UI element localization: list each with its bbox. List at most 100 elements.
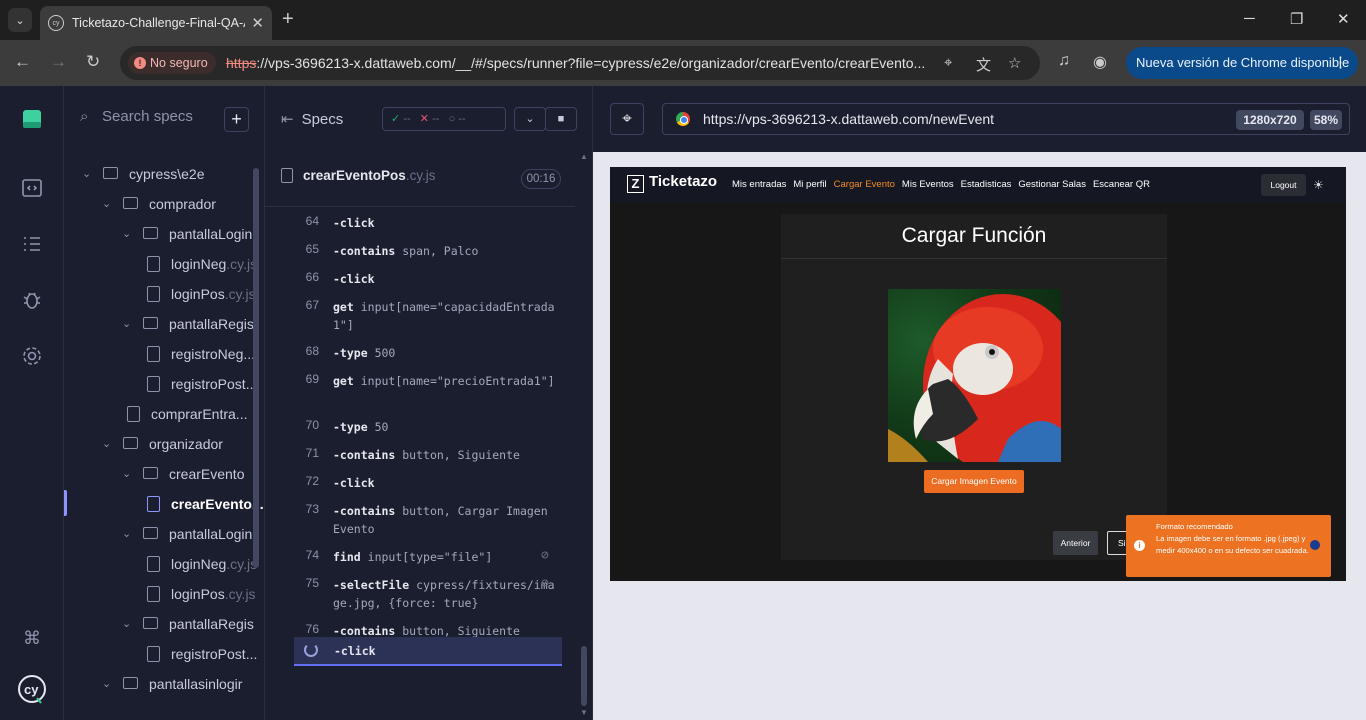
- spec-file-row[interactable]: comprarEntra...: [64, 399, 252, 429]
- form-card: Cargar Función Cargar Imagen Evento Ante…: [781, 214, 1167, 560]
- reporter-scrollbar-thumb[interactable]: [581, 646, 587, 706]
- app-nav-link[interactable]: Cargar Evento: [834, 179, 895, 190]
- app-nav-link[interactable]: Mis Eventos: [902, 179, 954, 190]
- chevron-down-icon[interactable]: ⌄: [122, 609, 131, 639]
- spec-tree-label: pantallaLogin: [169, 226, 253, 242]
- scroll-up-icon[interactable]: ▲: [580, 152, 588, 161]
- spec-file-row[interactable]: loginNeg.cy.js: [64, 249, 257, 279]
- running-command[interactable]: -click: [294, 637, 562, 666]
- theme-toggle-icon[interactable]: ☀: [1313, 178, 1324, 192]
- location-icon[interactable]: ⌖: [944, 54, 952, 71]
- folder-icon: [143, 467, 158, 479]
- bookmark-star-icon[interactable]: ☆: [1008, 54, 1021, 72]
- options-dropdown-button[interactable]: ⌄: [514, 107, 546, 131]
- command-name: get: [333, 374, 354, 388]
- settings-gear-icon[interactable]: [20, 344, 44, 368]
- chevron-down-icon[interactable]: ⌄: [122, 519, 131, 549]
- keyboard-shortcuts-icon[interactable]: ⌘: [20, 628, 44, 652]
- close-window-icon[interactable]: ✕: [1337, 10, 1350, 28]
- close-tab-icon[interactable]: ✕: [251, 14, 264, 32]
- spec-ext: .cy.js: [405, 168, 436, 183]
- debug-nav-icon[interactable]: [20, 288, 44, 312]
- format-toast[interactable]: i Formato recomendado La imagen debe ser…: [1126, 515, 1331, 577]
- specs-scrollbar[interactable]: [252, 156, 260, 716]
- tab-search-button[interactable]: ⌄: [8, 8, 32, 32]
- app-nav-link[interactable]: Gestionar Salas: [1018, 179, 1086, 190]
- logout-button[interactable]: Logout: [1261, 174, 1306, 196]
- previous-button[interactable]: Anterior: [1053, 531, 1098, 555]
- aut-url-bar[interactable]: https://vps-3696213-x.dattaweb.com/newEv…: [662, 103, 1350, 135]
- reporter-scrollbar[interactable]: ▲ ▼: [579, 152, 589, 718]
- upload-image-button[interactable]: Cargar Imagen Evento: [924, 470, 1024, 493]
- translate-icon[interactable]: 文: [976, 54, 991, 75]
- file-icon: [281, 168, 293, 183]
- app-nav-link[interactable]: Mi perfil: [793, 179, 826, 190]
- url-text[interactable]: https://vps-3696213-x.dattaweb.com/__/#/…: [226, 55, 925, 71]
- spec-file-row[interactable]: loginPos.cy.js: [64, 279, 256, 309]
- spec-file-row[interactable]: registroPost...: [64, 369, 257, 399]
- spec-folder-row[interactable]: ⌄ crearEvento: [64, 459, 252, 489]
- spec-tree-ext: .cy.js: [224, 286, 256, 302]
- chevron-down-icon[interactable]: ⌄: [102, 189, 111, 219]
- spec-folder-row[interactable]: ⌄ organizador: [64, 429, 252, 459]
- spec-folder-row[interactable]: ⌄ pantallaLogin: [64, 219, 252, 249]
- chevron-down-icon[interactable]: ⌄: [122, 219, 131, 249]
- specs-nav-icon[interactable]: [20, 176, 44, 200]
- spec-file-row[interactable]: loginNeg.cy.js: [64, 549, 257, 579]
- collapse-arrow-icon[interactable]: ⇤: [281, 111, 294, 128]
- minimize-icon[interactable]: ─: [1244, 10, 1255, 27]
- forward-icon[interactable]: →: [50, 52, 67, 72]
- spec-folder-row[interactable]: ⌄ comprador: [64, 189, 252, 219]
- maximize-icon[interactable]: ❐: [1290, 10, 1303, 28]
- app-nav-link[interactable]: Mis entradas: [732, 179, 786, 190]
- search-specs-input[interactable]: ⌕ Search specs: [80, 108, 193, 125]
- spec-folder-row[interactable]: ⌄ pantallasinlogir: [64, 669, 252, 699]
- chevron-down-icon[interactable]: ⌄: [122, 459, 131, 489]
- scroll-down-icon[interactable]: ▼: [580, 708, 588, 717]
- chevron-down-icon[interactable]: ⌄: [82, 159, 91, 189]
- spec-folder-row[interactable]: ⌄ pantallaLogin: [64, 519, 252, 549]
- spec-tree-label: pantallaLogin: [169, 526, 253, 542]
- new-tab-button[interactable]: +: [282, 8, 294, 30]
- spec-file-row[interactable]: registroNeg...: [64, 339, 255, 369]
- passed-count: --: [403, 113, 411, 125]
- selector-playground-icon[interactable]: ⌖: [610, 103, 644, 135]
- file-icon: [147, 586, 160, 602]
- chevron-down-icon[interactable]: ⌄: [102, 669, 111, 699]
- back-icon[interactable]: ←: [14, 52, 31, 72]
- spec-file-title: crearEventoPos.cy.js: [281, 168, 436, 183]
- command-number: 65: [305, 242, 319, 256]
- spec-folder-row[interactable]: ⌄ pantallaRegis: [64, 609, 254, 639]
- brand-logo[interactable]: Z Ticketazo: [627, 173, 717, 193]
- address-bar[interactable]: ! No seguro https://vps-3696213-x.dattaw…: [120, 46, 1040, 80]
- app-nav-link[interactable]: Escanear QR: [1093, 179, 1150, 190]
- toast-close-icon[interactable]: [1310, 540, 1320, 550]
- stop-button[interactable]: ■: [545, 107, 577, 131]
- zoom-level[interactable]: 58%: [1310, 110, 1342, 130]
- reporter-header[interactable]: ⇤ Specs: [281, 110, 343, 128]
- media-controls-icon[interactable]: ♫: [1058, 52, 1070, 70]
- folder-icon: [103, 167, 118, 179]
- more-menu-icon[interactable]: ⋮: [1333, 47, 1348, 79]
- app-nav-link[interactable]: Estadisticas: [961, 179, 1012, 190]
- event-image-preview: [888, 289, 1061, 462]
- spec-folder-row[interactable]: ⌄ cypress\e2e: [64, 159, 252, 189]
- add-spec-button[interactable]: +: [224, 107, 249, 132]
- spec-file-row[interactable]: loginPos.cy.js: [64, 579, 256, 609]
- runs-nav-icon[interactable]: [20, 232, 44, 256]
- reload-icon[interactable]: ↻: [86, 52, 100, 72]
- chrome-update-button[interactable]: Nueva versión de Chrome disponible ⋮: [1126, 47, 1358, 79]
- specs-scrollbar-thumb[interactable]: [253, 168, 259, 568]
- info-icon: i: [1134, 540, 1145, 551]
- spec-folder-row[interactable]: ⌄ pantallaRegis: [64, 309, 254, 339]
- security-chip[interactable]: ! No seguro: [128, 52, 216, 74]
- spec-file-row[interactable]: crearEvento...: [64, 489, 264, 519]
- chevron-down-icon[interactable]: ⌄: [122, 309, 131, 339]
- browser-tab[interactable]: cy Ticketazo-Challenge-Final-QA-A ✕: [40, 6, 272, 40]
- spec-file-row[interactable]: registroPost...: [64, 639, 257, 669]
- divider: [781, 258, 1167, 259]
- chevron-down-icon[interactable]: ⌄: [102, 429, 111, 459]
- viewport-size[interactable]: 1280x720: [1236, 110, 1304, 130]
- profile-icon[interactable]: ◉: [1093, 52, 1107, 72]
- cypress-project-icon[interactable]: [20, 108, 44, 132]
